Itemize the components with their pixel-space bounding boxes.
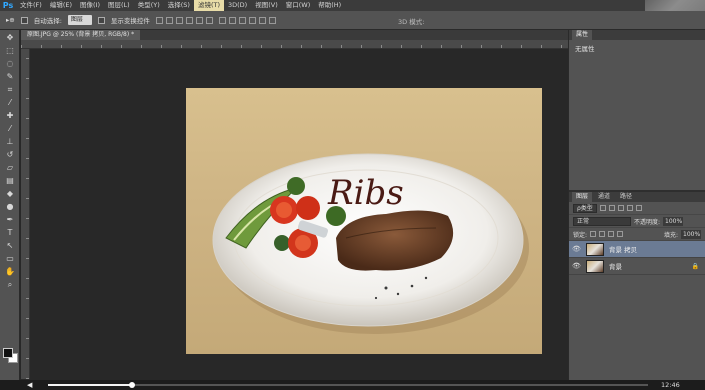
lasso-tool-icon[interactable]: ◌ bbox=[4, 58, 16, 69]
properties-panel-header: 属性 bbox=[569, 30, 705, 40]
auto-select-dropdown[interactable]: 图层 bbox=[67, 15, 92, 25]
dodge-tool-icon[interactable]: ● bbox=[4, 201, 16, 212]
marquee-tool-icon[interactable]: ⬚ bbox=[4, 45, 16, 56]
layers-panel-header: 图层 通道 路径 bbox=[569, 192, 705, 202]
lock-label: 锁定: bbox=[573, 231, 588, 239]
tab-layers[interactable]: 图层 bbox=[572, 192, 593, 202]
show-transform-checkbox[interactable] bbox=[97, 16, 105, 24]
auto-select-checkbox[interactable] bbox=[20, 16, 28, 24]
shape-tool-icon[interactable]: ▭ bbox=[4, 253, 16, 264]
pen-tool-icon[interactable]: ✒ bbox=[4, 214, 16, 225]
layer-filter-row: ρ类型 bbox=[569, 202, 705, 215]
properties-panel: 无属性 bbox=[569, 40, 705, 192]
eye-icon[interactable]: 👁 bbox=[572, 245, 581, 253]
filter-icons[interactable] bbox=[599, 205, 642, 211]
move-tool-icon[interactable]: ✥ bbox=[4, 32, 16, 43]
tab-paths[interactable]: 路径 bbox=[616, 192, 636, 202]
vertical-ruler bbox=[21, 49, 30, 379]
foreground-color-swatch[interactable] bbox=[3, 348, 13, 358]
menu-item[interactable]: 视图(V) bbox=[251, 0, 282, 11]
layer-row-background-copy[interactable]: 👁 背景 拷贝 bbox=[569, 241, 705, 258]
lock-icons[interactable] bbox=[590, 231, 624, 237]
food-photo: Ribs bbox=[212, 153, 529, 334]
path-select-tool-icon[interactable]: ↖ bbox=[4, 240, 16, 251]
opacity-label: 不透明度: bbox=[634, 218, 661, 226]
menu-item[interactable]: 编辑(E) bbox=[46, 0, 76, 11]
layer-thumbnail bbox=[586, 259, 604, 273]
blur-tool-icon[interactable]: ◆ bbox=[4, 188, 16, 199]
menu-item[interactable]: 帮助(H) bbox=[314, 0, 345, 11]
right-panel-dock: 属性 无属性 图层 通道 路径 ρ类型 正常 不透明度: 100% 锁定: 填充… bbox=[568, 30, 705, 380]
stamp-tool-icon[interactable]: ⊥ bbox=[4, 136, 16, 147]
eye-icon[interactable]: 👁 bbox=[572, 262, 581, 270]
photoshop-logo: Ps bbox=[2, 1, 14, 10]
layer-name: 背景 拷贝 bbox=[609, 246, 638, 254]
layer-name: 背景 bbox=[609, 263, 622, 271]
horizontal-ruler bbox=[21, 40, 568, 49]
tab-channels[interactable]: 通道 bbox=[594, 192, 614, 202]
history-brush-tool-icon[interactable]: ↺ bbox=[4, 149, 16, 160]
progress-track[interactable] bbox=[48, 382, 648, 388]
auto-select-label: 自动选择: bbox=[33, 17, 62, 25]
mode-3d-label: 3D 模式: bbox=[398, 18, 425, 26]
menu-item[interactable]: 滤镜(T) bbox=[193, 0, 224, 11]
options-bar: ▸⊕ 自动选择: 图层 显示变换控件 3D 模式: bbox=[0, 11, 705, 30]
tab-properties[interactable]: 属性 bbox=[572, 30, 593, 40]
healing-brush-tool-icon[interactable]: ✚ bbox=[4, 110, 16, 121]
volume-icon[interactable]: ◀ bbox=[27, 381, 32, 389]
time-label: 12:46 bbox=[661, 381, 680, 389]
progress-fill bbox=[48, 384, 132, 386]
menu-item[interactable]: 选择(S) bbox=[164, 0, 194, 11]
gradient-tool-icon[interactable]: ▤ bbox=[4, 175, 16, 186]
menu-item[interactable]: 图层(L) bbox=[104, 0, 134, 11]
menu-items: 文件(F) 编辑(E) 图像(I) 图层(L) 类型(Y) 选择(S) 滤镜(T) 3D(D)… bbox=[16, 0, 345, 11]
video-player-bar: ◀ 12:46 bbox=[0, 380, 705, 390]
document-tab[interactable]: 原图.JPG @ 25% (背景 拷贝, RGB/8) * bbox=[21, 30, 141, 40]
progress-knob[interactable] bbox=[129, 382, 135, 388]
show-transform-label: 显示变换控件 bbox=[110, 17, 150, 25]
menu-item[interactable]: 文件(F) bbox=[16, 0, 46, 11]
type-tool-icon[interactable]: T bbox=[4, 227, 16, 238]
zoom-tool-icon[interactable]: ⌕ bbox=[4, 279, 16, 290]
layer-row-background[interactable]: 👁 背景 🔒 bbox=[569, 258, 705, 275]
layer-kind-filter[interactable]: ρ类型 bbox=[573, 203, 597, 213]
menu-item[interactable]: 窗口(W) bbox=[282, 0, 315, 11]
crop-tool-icon[interactable]: ⌗ bbox=[4, 84, 16, 95]
document-tab-bar: 原图.JPG @ 25% (背景 拷贝, RGB/8) * bbox=[21, 30, 568, 40]
menu-item[interactable]: 图像(I) bbox=[76, 0, 104, 11]
hand-tool-icon[interactable]: ✋ bbox=[4, 266, 16, 277]
distribute-buttons[interactable] bbox=[218, 16, 276, 24]
brush-tool-icon[interactable]: ⁄ bbox=[4, 123, 16, 134]
layer-thumbnail bbox=[586, 242, 604, 256]
canvas-area[interactable]: Ribs bbox=[30, 49, 568, 379]
quick-select-tool-icon[interactable]: ✎ bbox=[4, 71, 16, 82]
eyedropper-tool-icon[interactable]: ⁄ bbox=[4, 97, 16, 108]
align-buttons[interactable] bbox=[155, 16, 213, 24]
lock-row: 锁定: 填充: 100% bbox=[569, 228, 705, 241]
document-image[interactable]: Ribs bbox=[186, 88, 542, 354]
fill-label: 填充: bbox=[663, 231, 678, 239]
lock-icon: 🔒 bbox=[691, 262, 699, 270]
fill-input[interactable]: 100% bbox=[681, 229, 701, 239]
toolbox: ✥ ⬚ ◌ ✎ ⌗ ⁄ ✚ ⁄ ⊥ ↺ ▱ ▤ ◆ ● ✒ T ↖ ▭ ✋ ⌕ bbox=[0, 30, 20, 380]
move-tool-icon[interactable]: ▸⊕ bbox=[6, 16, 15, 24]
menu-bar: Ps 文件(F) 编辑(E) 图像(I) 图层(L) 类型(Y) 选择(S) 滤镜(T) 3D… bbox=[0, 0, 705, 30]
menu-item[interactable]: 3D(D) bbox=[224, 0, 251, 11]
opacity-input[interactable]: 100% bbox=[663, 216, 684, 226]
menu-item[interactable]: 类型(Y) bbox=[134, 0, 164, 11]
blend-row: 正常 不透明度: 100% bbox=[569, 215, 705, 228]
blend-mode-dropdown[interactable]: 正常 bbox=[573, 216, 631, 226]
no-properties-text: 无属性 bbox=[575, 45, 595, 53]
eraser-tool-icon[interactable]: ▱ bbox=[4, 162, 16, 173]
